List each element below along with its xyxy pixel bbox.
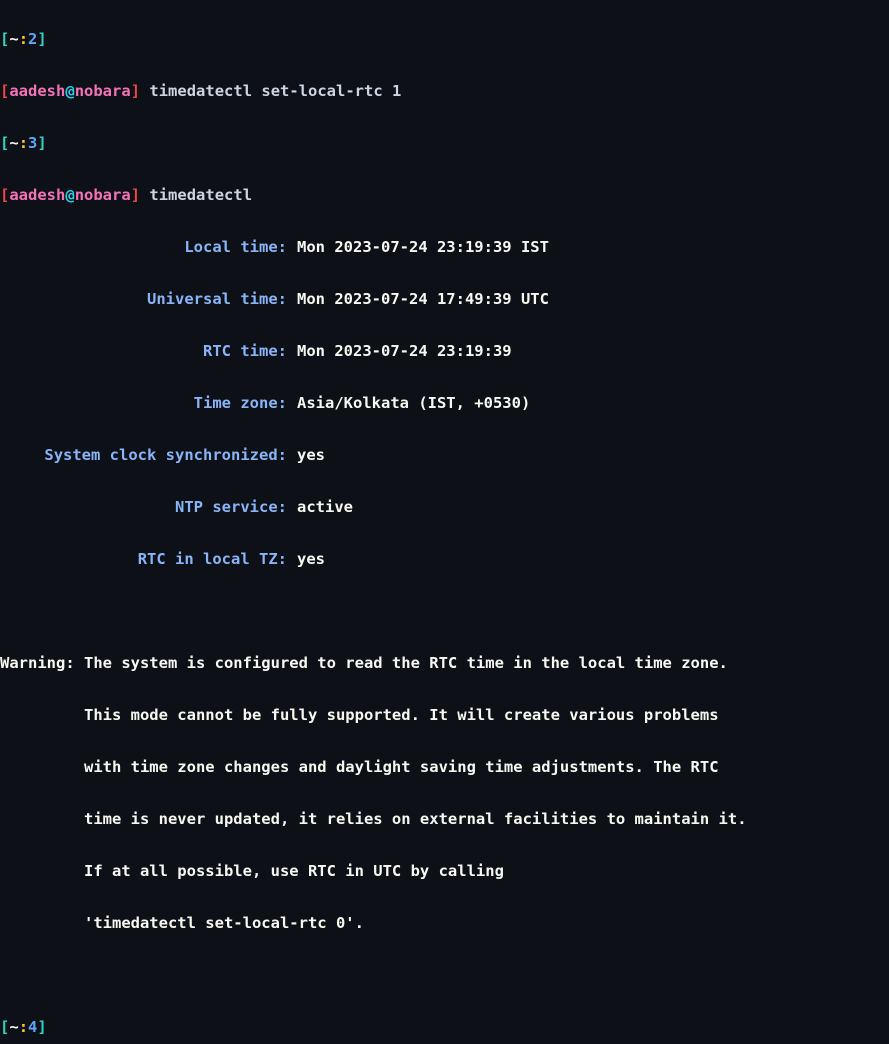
status-universal-time: Universal time:Mon 2023-07-24 17:49:39 U…: [0, 286, 889, 312]
command-1: timedatectl set-local-rtc 1: [149, 82, 401, 100]
blank-line: [0, 598, 889, 624]
blank-line-2: [0, 962, 889, 988]
status-rtc-local: RTC in local TZ:yes: [0, 546, 889, 572]
prompt-user-line-2: [aadesh@nobara] timedatectl: [0, 182, 889, 208]
status-ntp: NTP service:active: [0, 494, 889, 520]
warning-line-3: with time zone changes and daylight savi…: [0, 754, 889, 780]
prompt-path-line-1: [~:2]: [0, 26, 889, 52]
terminal[interactable]: [~:2] [aadesh@nobara] timedatectl set-lo…: [0, 0, 889, 1044]
status-rtc-time: RTC time:Mon 2023-07-24 23:19:39: [0, 338, 889, 364]
warning-line-6: 'timedatectl set-local-rtc 0'.: [0, 910, 889, 936]
status-sync: System clock synchronized:yes: [0, 442, 889, 468]
warning-line-2: This mode cannot be fully supported. It …: [0, 702, 889, 728]
prompt-path-line-3: [~:4]: [0, 1014, 889, 1040]
prompt-user-line-1: [aadesh@nobara] timedatectl set-local-rt…: [0, 78, 889, 104]
status-local-time: Local time:Mon 2023-07-24 23:19:39 IST: [0, 234, 889, 260]
prompt-path-line-2: [~:3]: [0, 130, 889, 156]
status-time-zone: Time zone:Asia/Kolkata (IST, +0530): [0, 390, 889, 416]
warning-line-5: If at all possible, use RTC in UTC by ca…: [0, 858, 889, 884]
command-2: timedatectl: [149, 186, 252, 204]
warning-line-1: Warning: The system is configured to rea…: [0, 650, 889, 676]
warning-line-4: time is never updated, it relies on exte…: [0, 806, 889, 832]
